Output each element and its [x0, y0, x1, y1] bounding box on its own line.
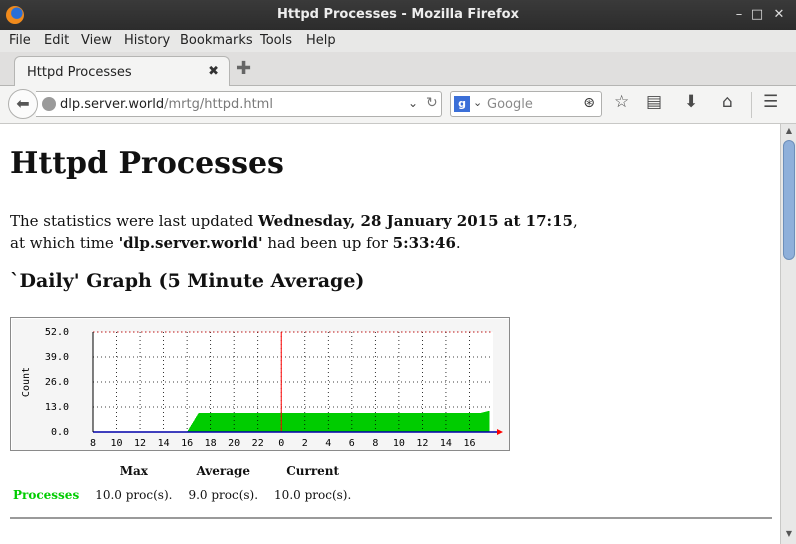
stats-average-value: 9.0 proc(s). [188, 488, 259, 502]
toolbar-separator [751, 92, 752, 118]
x-tick-label: 18 [205, 438, 217, 449]
bookmarks-menu-icon[interactable]: ▤ [646, 92, 662, 112]
google-icon[interactable]: g [454, 96, 470, 112]
uptime-text: at which time [10, 234, 119, 252]
x-tick-label: 10 [393, 438, 405, 449]
x-tick-label: 16 [463, 438, 475, 449]
stats-max-value: 10.0 proc(s). [95, 488, 173, 502]
x-tick-label: 16 [181, 438, 193, 449]
tab-bar: Httpd Processes ✖ ✚ [0, 52, 796, 87]
x-tick-label: 8 [90, 438, 96, 449]
search-input[interactable]: Google [487, 97, 533, 112]
window-titlebar: Httpd Processes - Mozilla Firefox – □ ✕ [0, 0, 796, 30]
bookmark-star-icon[interactable]: ☆ [614, 92, 629, 112]
uptime-mid: had been up for [262, 234, 393, 252]
url-text[interactable]: dlp.server.world/mrtg/httpd.html [60, 97, 273, 112]
scrollbar-thumb[interactable] [783, 140, 795, 260]
x-tick-label: 8 [372, 438, 378, 449]
navigation-toolbar: dlp.server.world/mrtg/httpd.html ⌄ ↻ ⬅ g… [0, 86, 796, 124]
home-icon[interactable]: ⌂ [722, 92, 733, 112]
chevron-down-icon[interactable]: ⌄ [408, 96, 418, 110]
stats-current-value: 10.0 proc(s). [274, 488, 352, 502]
y-tick-label: 52.0 [45, 327, 69, 338]
y-tick-label: 0.0 [51, 427, 69, 438]
tab-httpd-processes[interactable]: Httpd Processes ✖ [14, 56, 230, 87]
x-tick-label: 22 [252, 438, 264, 449]
page-title: Httpd Processes [10, 146, 284, 181]
menu-tools[interactable]: Tools [260, 33, 292, 48]
update-info: The statistics were last updated Wednesd… [10, 210, 578, 254]
menu-view[interactable]: View [81, 33, 112, 48]
url-host: dlp.server.world [60, 97, 165, 112]
uptime-end: . [455, 234, 461, 252]
close-window-button[interactable]: ✕ [770, 6, 788, 24]
stats-header-row: Max Average Current [10, 462, 359, 486]
tab-label: Httpd Processes [27, 65, 132, 80]
vertical-scrollbar[interactable]: ▲ ▼ [780, 124, 796, 544]
update-comma: , [572, 212, 578, 230]
y-tick-label: 26.0 [45, 377, 69, 388]
y-axis-label: Count [21, 367, 32, 397]
daily-graph-chart: 52.0 39.0 26.0 13.0 0.0 8 10 12 14 16 18 20 22 0 2 4 6 8 1… [21, 327, 503, 449]
update-date: Wednesday, 28 January 2015 at 17:15 [258, 212, 573, 230]
uptime-value: 5:33:46 [392, 234, 456, 252]
daily-graph: 52.0 39.0 26.0 13.0 0.0 8 10 12 14 16 18 20 22 0 2 4 6 8 1… [10, 317, 510, 451]
x-tick-label: 14 [158, 438, 170, 449]
stats-row-label: Processes [13, 488, 80, 502]
stats-header-max: Max [119, 464, 148, 478]
search-bar[interactable]: g ⌄ Google ⊛ [450, 91, 602, 117]
menu-bar: File Edit View History Bookmarks Tools H… [0, 30, 796, 52]
page-content: Httpd Processes The statistics were last… [0, 124, 780, 544]
x-tick-label: 12 [134, 438, 146, 449]
x-tick-label: 10 [111, 438, 123, 449]
x-tick-label: 6 [349, 438, 355, 449]
stats-header-average: Average [196, 464, 251, 478]
menu-help[interactable]: Help [306, 33, 336, 48]
x-tick-label: 4 [325, 438, 331, 449]
arrow-left-icon: ⬅ [16, 94, 30, 113]
scroll-down-arrow-icon[interactable]: ▼ [783, 529, 795, 538]
y-tick-label: 13.0 [45, 402, 69, 413]
stats-header-current: Current [286, 464, 340, 478]
url-path: /mrtg/httpd.html [164, 97, 273, 112]
x-tick-label: 0 [278, 438, 284, 449]
horizontal-rule [10, 517, 772, 519]
url-bar[interactable]: dlp.server.world/mrtg/httpd.html ⌄ ↻ [36, 91, 442, 117]
x-tick-label: 2 [302, 438, 308, 449]
globe-icon [42, 97, 56, 111]
stats-table: Max Average Current Processes 10.0 proc(… [10, 462, 359, 504]
menu-history[interactable]: History [124, 33, 170, 48]
host-name: 'dlp.server.world' [118, 234, 263, 252]
x-tick-label: 12 [416, 438, 428, 449]
reload-icon[interactable]: ↻ [426, 95, 438, 111]
downloads-icon[interactable]: ⬇ [684, 92, 698, 112]
y-tick-label: 39.0 [45, 352, 69, 363]
stats-header-empty [10, 462, 87, 486]
window-title: Httpd Processes - Mozilla Firefox [277, 7, 519, 22]
menu-file[interactable]: File [9, 33, 31, 48]
tab-close-icon[interactable]: ✖ [208, 64, 219, 79]
graph-heading: `Daily' Graph (5 Minute Average) [10, 270, 365, 292]
menu-bookmarks[interactable]: Bookmarks [180, 33, 253, 48]
maximize-button[interactable]: □ [748, 6, 766, 24]
x-axis-arrow [497, 429, 503, 435]
back-button[interactable]: ⬅ [8, 89, 38, 119]
x-tick-label: 14 [440, 438, 452, 449]
update-text: The statistics were last updated [10, 212, 259, 230]
minimize-button[interactable]: – [730, 6, 748, 24]
table-row: Processes 10.0 proc(s). 9.0 proc(s). 10.… [10, 486, 359, 504]
search-engine-chevron-icon[interactable]: ⌄ [473, 96, 482, 109]
binoculars-icon[interactable]: ⊛ [583, 95, 595, 111]
menu-edit[interactable]: Edit [44, 33, 69, 48]
new-tab-icon[interactable]: ✚ [236, 58, 251, 79]
hamburger-menu-icon[interactable]: ☰ [763, 92, 778, 112]
scroll-up-arrow-icon[interactable]: ▲ [783, 126, 795, 135]
x-tick-label: 20 [228, 438, 240, 449]
